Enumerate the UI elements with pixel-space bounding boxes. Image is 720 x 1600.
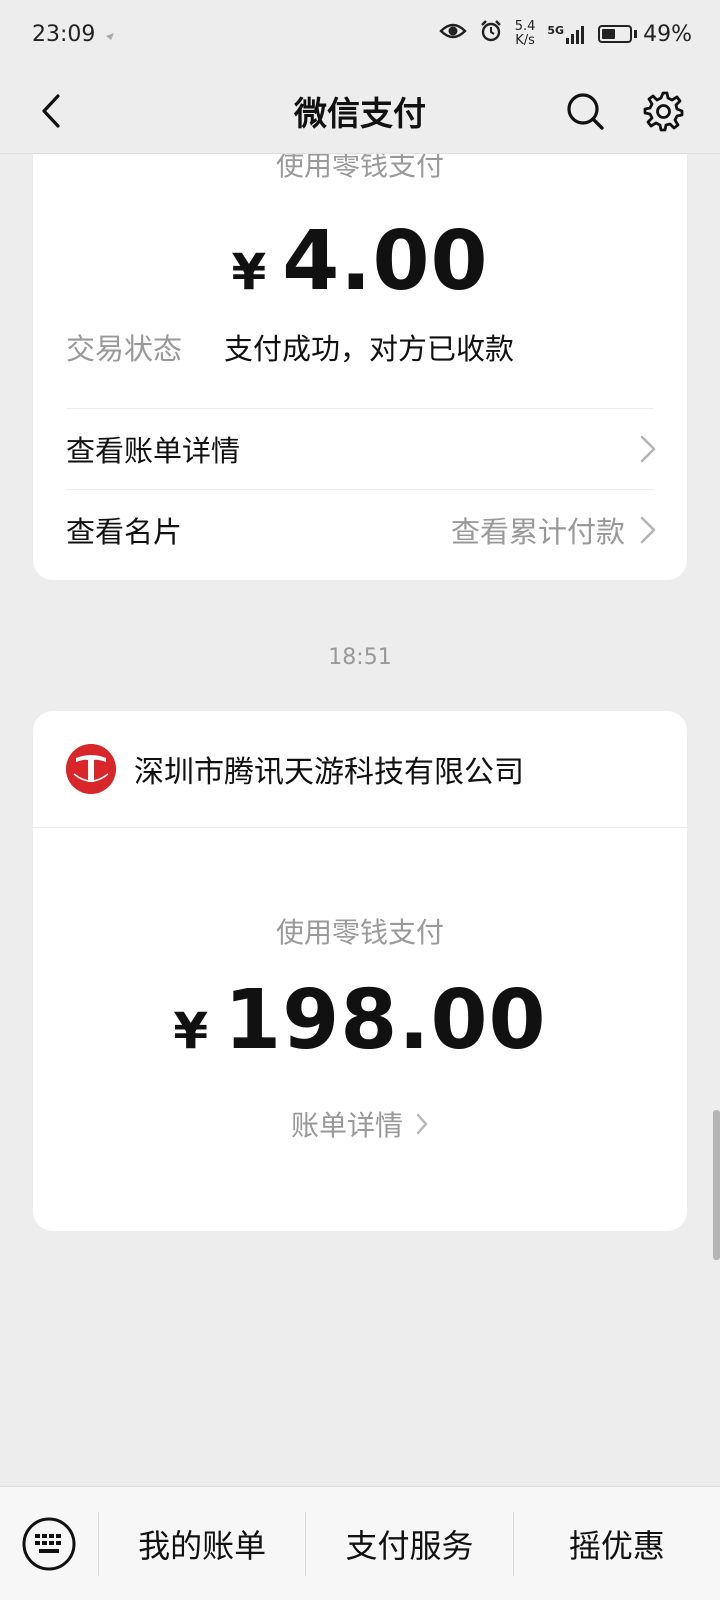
status-bar: 23:09 5.4 K/s 5G 49%: [0, 0, 720, 68]
net-speed-unit: K/s: [515, 33, 535, 48]
payment-card-1: 使用零钱支付 ¥ 4.00 交易状态 支付成功，对方已收款 查看账单详情 查看名…: [33, 154, 687, 580]
amount-2: 198.00: [224, 973, 547, 1068]
view-business-card-row[interactable]: 查看名片 查看累计付款: [66, 490, 657, 570]
alarm-icon: [479, 19, 503, 49]
back-button[interactable]: [26, 86, 76, 136]
back-arrow-icon: [42, 94, 60, 128]
tab-my-bills[interactable]: 我的账单: [99, 1487, 305, 1600]
search-button[interactable]: [560, 86, 610, 136]
battery: 49%: [598, 22, 692, 47]
battery-tip: [634, 30, 638, 38]
battery-icon: [598, 25, 633, 43]
tab-shake-offers-label: 摇优惠: [568, 1526, 665, 1565]
keyboard-button[interactable]: [0, 1487, 98, 1600]
currency-symbol-1: ¥: [231, 243, 267, 301]
network-type: 5G: [547, 24, 565, 37]
status-left: 23:09: [32, 22, 115, 47]
battery-percent: 49%: [643, 21, 692, 47]
nav-bar: 微信支付: [0, 68, 720, 154]
chevron-right-icon: [640, 516, 656, 544]
status-right: 5.4 K/s 5G 49%: [439, 19, 692, 49]
payment-method-2: 使用零钱支付: [275, 916, 444, 949]
page-title: 微信支付: [294, 93, 426, 133]
bottom-bar: 我的账单 支付服务 摇优惠: [0, 1486, 720, 1600]
merchant-name: 深圳市腾讯天游科技有限公司: [134, 755, 524, 790]
screen: 23:09 5.4 K/s 5G 49% 微信支付 使用零钱支付 ¥ 4.00 …: [0, 0, 720, 1600]
message-timestamp: 18:51: [328, 645, 392, 670]
chevron-right-icon: [416, 1113, 428, 1135]
amount-row-2: ¥ 198.00: [33, 973, 687, 1068]
status-label: 交易状态: [66, 332, 183, 366]
payment-card-2[interactable]: 深圳市腾讯天游科技有限公司 使用零钱支付 ¥ 198.00 账单详情: [33, 711, 687, 1231]
scrollbar[interactable]: [713, 1110, 720, 1260]
location-indicator-icon: [105, 22, 115, 47]
tab-my-bills-label: 我的账单: [138, 1526, 267, 1565]
tab-payment-services[interactable]: 支付服务: [306, 1487, 512, 1600]
row-right: [639, 434, 657, 464]
currency-symbol-2: ¥: [173, 1002, 209, 1060]
tab-shake-offers[interactable]: 摇优惠: [514, 1487, 720, 1600]
transaction-status-row: 交易状态 支付成功，对方已收款: [66, 326, 514, 368]
status-value: 支付成功，对方已收款: [224, 332, 515, 366]
cumulative-payment-label: 查看累计付款: [450, 515, 625, 549]
bill-details-link[interactable]: 账单详情: [33, 1104, 687, 1144]
tab-payment-services-label: 支付服务: [345, 1526, 474, 1565]
merchant-logo-icon: [66, 744, 116, 794]
merchant-row: 深圳市腾讯天游科技有限公司: [66, 744, 524, 794]
search-icon: [567, 93, 604, 130]
signal-icon: 5G: [547, 24, 586, 44]
payment-method-1: 使用零钱支付: [275, 154, 444, 182]
view-business-card-label: 查看名片: [66, 515, 183, 549]
net-speed: 5.4 K/s: [515, 20, 536, 48]
view-bill-details-label: 查看账单详情: [66, 434, 241, 468]
amount-row-1: ¥ 4.00: [33, 214, 687, 309]
keyboard-icon: [22, 1517, 76, 1570]
eye-icon: [439, 21, 467, 47]
divider: [33, 827, 687, 828]
battery-fill: [602, 29, 616, 39]
row-right: 查看累计付款: [451, 509, 657, 551]
bill-details-label: 账单详情: [290, 1109, 403, 1142]
gear-icon: [643, 91, 684, 132]
settings-button[interactable]: [638, 86, 688, 136]
view-bill-details-row[interactable]: 查看账单详情: [66, 409, 657, 489]
status-time: 23:09: [32, 21, 96, 47]
chevron-right-icon: [640, 435, 656, 463]
net-speed-value: 5.4: [514, 19, 536, 34]
amount-1: 4.00: [282, 214, 489, 309]
